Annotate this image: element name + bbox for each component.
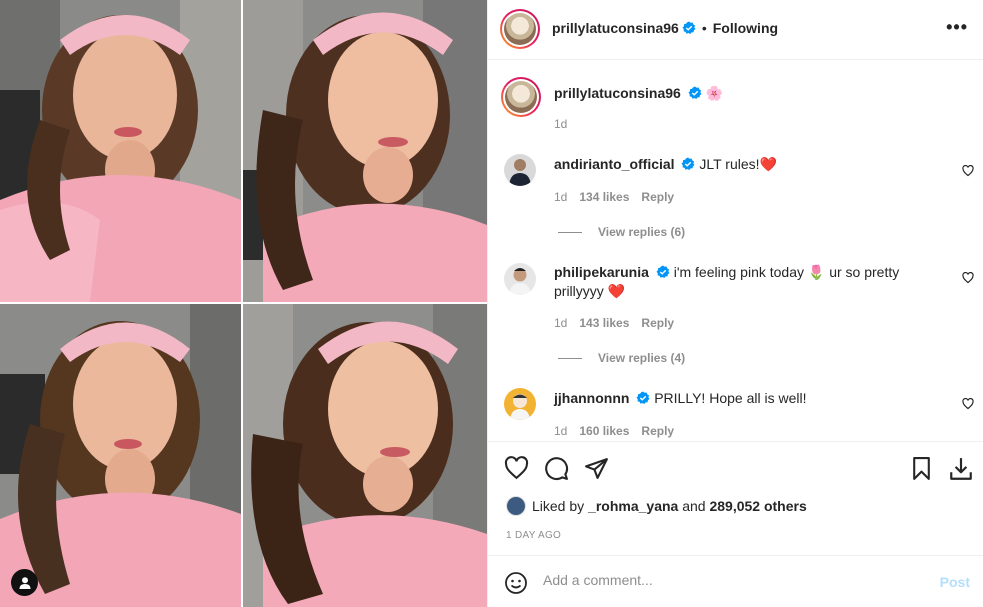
download-icon[interactable] [948, 456, 974, 482]
author-info: prillylatuconsina96 • Following [552, 20, 778, 36]
comment-likes[interactable]: 143 likes [579, 316, 629, 330]
caption-text: 🌸 [705, 85, 724, 101]
verified-badge-icon [681, 157, 695, 170]
view-replies-button[interactable]: View replies (4) [558, 351, 685, 365]
post-details-panel: prillylatuconsina96 • Following ••• pril… [487, 0, 983, 607]
caption-time[interactable]: 1d [554, 117, 567, 131]
comment-username[interactable]: jjhannonnn [554, 390, 629, 406]
like-comment-heart-icon[interactable] [962, 165, 974, 177]
comments-section: prillylatuconsina96 🌸 1d andirianto_offi… [488, 61, 983, 441]
liker-avatar[interactable] [506, 496, 526, 516]
comment-likes[interactable]: 160 likes [579, 424, 629, 438]
bookmark-icon[interactable] [909, 456, 934, 481]
comment-likes[interactable]: 134 likes [579, 190, 629, 204]
share-icon[interactable] [584, 456, 609, 481]
comment: andirianto_official JLT rules!❤️ [554, 155, 924, 174]
add-comment-input[interactable] [543, 572, 923, 588]
view-replies-button[interactable]: View replies (6) [558, 225, 685, 239]
liked-others[interactable]: 289,052 others [709, 498, 806, 514]
comment: jjhannonnn PRILLY! Hope all is well! [554, 389, 924, 408]
comment-meta: 1d 160 likes Reply [554, 424, 674, 438]
caption-avatar[interactable] [501, 77, 541, 117]
tagged-users-button[interactable] [11, 569, 38, 596]
photo-bottom-right [243, 304, 487, 607]
add-comment-bar: Post [488, 555, 983, 607]
author-avatar[interactable] [500, 9, 540, 49]
comment-icon[interactable] [544, 456, 569, 481]
liked-and: and [682, 498, 706, 514]
comment-meta: 1d 143 likes Reply [554, 316, 674, 330]
liked-prefix: Liked by [532, 498, 585, 514]
author-username[interactable]: prillylatuconsina96 [552, 20, 679, 36]
caption-username[interactable]: prillylatuconsina96 [554, 85, 681, 101]
view-replies-label: View replies (6) [598, 225, 686, 239]
caption-meta: 1d [554, 117, 567, 131]
instagram-post-view: prillylatuconsina96 • Following ••• pril… [0, 0, 983, 607]
heart-icon[interactable] [504, 456, 529, 481]
post-date[interactable]: 1 DAY AGO [506, 530, 561, 541]
likes-summary: Liked by _rohma_yana and 289,052 others [506, 496, 807, 516]
user-icon [19, 576, 30, 589]
commenter-avatar[interactable] [504, 154, 536, 186]
like-comment-heart-icon[interactable] [962, 272, 974, 284]
photo-bottom-left [0, 304, 241, 607]
liked-user[interactable]: _rohma_yana [588, 498, 678, 514]
comment-time[interactable]: 1d [554, 190, 567, 204]
verified-badge-icon [636, 391, 650, 404]
commenter-avatar[interactable] [504, 263, 536, 295]
reply-button[interactable]: Reply [641, 316, 674, 330]
post-header: prillylatuconsina96 • Following ••• [488, 0, 983, 60]
reply-button[interactable]: Reply [641, 424, 674, 438]
verified-badge-icon [682, 21, 696, 34]
post-media[interactable] [0, 0, 487, 607]
header-separator: • [701, 20, 707, 36]
emoji-icon[interactable] [504, 571, 528, 595]
comment-username[interactable]: andirianto_official [554, 156, 675, 172]
caption: prillylatuconsina96 🌸 [554, 84, 924, 103]
post-button[interactable]: Post [940, 574, 970, 590]
verified-badge-icon [656, 265, 670, 278]
comment: philipekarunia i'm feeling pink today 🌷 … [554, 263, 924, 301]
commenter-avatar[interactable] [504, 388, 536, 420]
comment-time[interactable]: 1d [554, 424, 567, 438]
more-horizontal-icon[interactable]: ••• [946, 18, 968, 36]
comment-text: PRILLY! Hope all is well! [654, 390, 807, 406]
photo-top-right [243, 0, 487, 302]
comment-time[interactable]: 1d [554, 316, 567, 330]
comment-meta: 1d 134 likes Reply [554, 190, 674, 204]
like-comment-heart-icon[interactable] [962, 398, 974, 410]
view-replies-label: View replies (4) [598, 351, 686, 365]
comment-username[interactable]: philipekarunia [554, 264, 649, 280]
photo-top-left [0, 0, 241, 302]
post-actions: Liked by _rohma_yana and 289,052 others … [488, 441, 983, 555]
reply-button[interactable]: Reply [641, 190, 674, 204]
verified-badge-icon [688, 86, 702, 99]
comment-text: JLT rules!❤️ [699, 156, 777, 172]
following-button[interactable]: Following [713, 20, 778, 36]
